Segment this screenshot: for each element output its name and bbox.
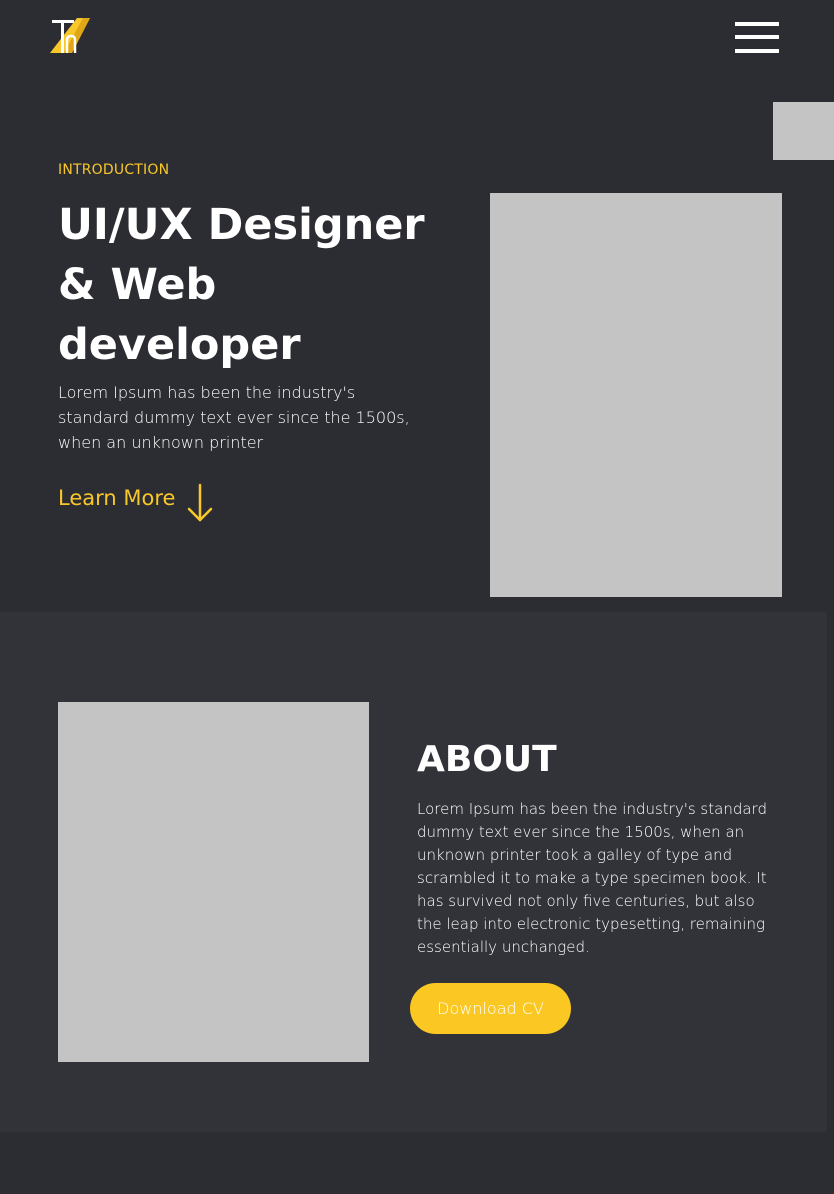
side-tab-placeholder[interactable]	[773, 102, 834, 160]
hero-image-placeholder	[490, 193, 782, 597]
portfolio-page: INTRODUCTION UI/UX Designer & Web develo…	[0, 0, 834, 1194]
menu-bar-top	[735, 22, 779, 26]
th-logo-icon[interactable]	[50, 18, 90, 54]
learn-more-label: Learn More	[58, 486, 176, 510]
menu-bar-bottom	[735, 49, 779, 53]
about-description: Lorem Ipsum has been the industry's stan…	[417, 800, 767, 956]
download-cv-button[interactable]: Download CV	[410, 983, 571, 1034]
learn-more-link[interactable]: Learn More	[58, 483, 213, 523]
hero-eyebrow: INTRODUCTION	[58, 162, 170, 178]
hamburger-menu-icon[interactable]	[735, 22, 779, 54]
about-section: ABOUT Lorem Ipsum has been the industry'…	[0, 612, 827, 1132]
about-title: ABOUT	[417, 739, 557, 780]
hero-title: UI/UX Designer & Web developer	[58, 200, 425, 370]
arrow-down-icon	[187, 483, 213, 523]
about-image-placeholder	[58, 702, 369, 1062]
hero-description: Lorem Ipsum has been the industry's stan…	[58, 383, 410, 452]
menu-bar-middle	[735, 35, 779, 39]
